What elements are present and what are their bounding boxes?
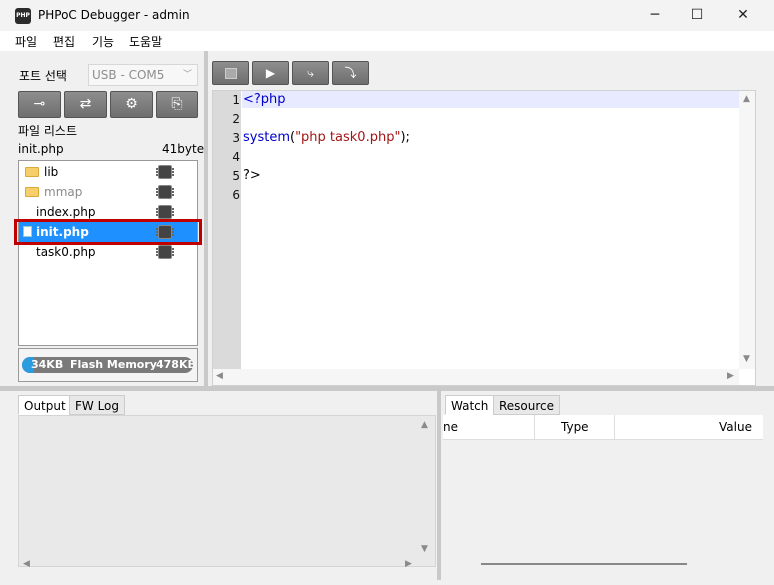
current-file-name: init.php <box>18 142 64 156</box>
tree-item-label: lib <box>44 165 59 179</box>
flash-total: 478KB <box>156 358 193 371</box>
code-paren: ); <box>400 130 410 145</box>
column-separator[interactable] <box>614 415 615 440</box>
menu-bar: 파일 편집 기능 도움말 <box>0 31 774 51</box>
menu-edit[interactable]: 편집 <box>53 33 75 50</box>
code-function: system <box>243 130 290 145</box>
scroll-up-icon[interactable]: ▲ <box>743 94 750 104</box>
chevron-down-icon: ﹀ <box>182 70 192 80</box>
watch-table-header: ne Type Value <box>443 415 763 440</box>
vertical-splitter[interactable] <box>204 51 208 387</box>
tab-fw-log[interactable]: FW Log <box>69 395 126 415</box>
code-line-1: <?php <box>243 92 286 107</box>
line-number: 6 <box>232 188 240 202</box>
current-line-highlight <box>242 91 739 108</box>
scroll-up-icon[interactable]: ▲ <box>421 420 428 430</box>
chip-icon <box>156 206 174 218</box>
menu-help[interactable]: 도움말 <box>129 33 162 50</box>
watch-horizontal-scrollbar[interactable] <box>481 563 687 565</box>
upload-icon: ⎘ <box>171 96 183 112</box>
column-type[interactable]: Type <box>561 420 589 434</box>
chip-icon <box>156 246 174 258</box>
upload-button[interactable]: ⎘ <box>156 91 198 118</box>
code-line-3: system("php task0.php"); <box>243 130 410 145</box>
current-file-size: 41byte <box>162 142 205 156</box>
menu-function[interactable]: 기능 <box>92 33 114 50</box>
settings-button[interactable]: ⚙ <box>110 91 153 118</box>
output-pane: Output FW Log ▲ ▼ ◀ ▶ <box>18 395 436 577</box>
column-value[interactable]: Value <box>719 420 752 434</box>
code-string: "php task0.php" <box>295 130 401 145</box>
folder-icon <box>25 167 39 177</box>
tree-item-lib[interactable]: lib <box>19 162 197 182</box>
selection-highlight-box <box>14 219 202 245</box>
tree-item-task0[interactable]: task0.php <box>19 242 197 262</box>
tree-item-label: task0.php <box>36 245 96 259</box>
port-label: 포트 선택 <box>19 69 67 83</box>
tree-item-label: mmap <box>44 185 83 199</box>
scroll-down-icon[interactable]: ▼ <box>743 354 750 364</box>
minimize-button[interactable]: ─ <box>632 0 678 31</box>
title-bar: PHP PHPoC Debugger - admin ─ ☐ ✕ <box>0 0 774 31</box>
tab-watch[interactable]: Watch <box>445 395 495 415</box>
watch-table: ne Type Value <box>443 415 763 575</box>
tab-output[interactable]: Output <box>18 395 72 415</box>
chip-icon <box>156 166 174 178</box>
menu-file[interactable]: 파일 <box>15 33 37 50</box>
stop-icon <box>225 68 237 79</box>
step-over-icon: ⤷ <box>307 66 314 80</box>
code-line-5: ?> <box>243 168 261 183</box>
line-number: 3 <box>232 131 240 145</box>
line-number-gutter: 1 2 3 4 5 6 <box>213 91 241 369</box>
output-console[interactable]: ▲ ▼ ◀ ▶ <box>18 415 436 569</box>
scroll-right-icon[interactable]: ▶ <box>405 559 412 569</box>
flash-memory-bar: 34KB Flash Memory 478KB <box>22 357 193 373</box>
line-number: 4 <box>232 150 240 164</box>
column-separator[interactable] <box>534 415 535 440</box>
step-into-button[interactable]: ⤵ <box>332 61 369 85</box>
chip-icon <box>156 186 174 198</box>
connect-button[interactable]: ⇄ <box>64 91 107 118</box>
watch-pane: Watch Resource ne Type Value <box>443 395 763 577</box>
disconnect-icon: ⊸ <box>33 96 46 112</box>
line-number: 1 <box>232 93 240 107</box>
column-name[interactable]: ne <box>443 420 458 434</box>
step-into-icon: ⤵ <box>344 66 357 80</box>
window-title: PHPoC Debugger - admin <box>38 8 190 22</box>
flash-label: Flash Memory <box>70 358 157 371</box>
step-over-button[interactable]: ⤷ <box>292 61 329 85</box>
run-button[interactable]: ▶ <box>252 61 289 85</box>
file-list-label: 파일 리스트 <box>18 124 78 138</box>
port-value: USB - COM5 <box>92 68 165 82</box>
stop-button[interactable] <box>212 61 249 85</box>
maximize-button[interactable]: ☐ <box>674 0 720 31</box>
editor-horizontal-scrollbar[interactable]: ◀ ▶ <box>213 369 739 385</box>
folder-icon <box>25 187 39 197</box>
scroll-down-icon[interactable]: ▼ <box>421 544 428 554</box>
scroll-left-icon[interactable]: ◀ <box>216 371 223 381</box>
run-icon: ▶ <box>265 66 276 80</box>
tree-item-mmap[interactable]: mmap <box>19 182 197 202</box>
code-editor[interactable]: 1 2 3 4 5 6 <?php system("php task0.php"… <box>212 90 756 386</box>
scroll-right-icon[interactable]: ▶ <box>727 371 734 381</box>
flash-used: 34KB <box>31 358 64 371</box>
app-logo-icon: PHP <box>15 8 31 24</box>
scroll-left-icon[interactable]: ◀ <box>23 559 30 569</box>
horizontal-splitter[interactable] <box>0 386 774 391</box>
editor-vertical-scrollbar[interactable]: ▲ ▼ <box>739 91 755 369</box>
line-number: 2 <box>232 112 240 126</box>
flash-memory-panel: 34KB Flash Memory 478KB <box>18 348 198 382</box>
gear-icon: ⚙ <box>125 96 138 112</box>
close-button[interactable]: ✕ <box>720 0 766 31</box>
file-tree: lib mmap index.php init.php task0.php <box>18 160 198 346</box>
bottom-splitter[interactable] <box>437 391 441 580</box>
port-select[interactable]: USB - COM5 ﹀ <box>88 64 198 86</box>
line-number: 5 <box>232 169 240 183</box>
tab-resource[interactable]: Resource <box>493 395 561 415</box>
disconnect-button[interactable]: ⊸ <box>18 91 61 118</box>
connect-icon: ⇄ <box>79 96 92 112</box>
